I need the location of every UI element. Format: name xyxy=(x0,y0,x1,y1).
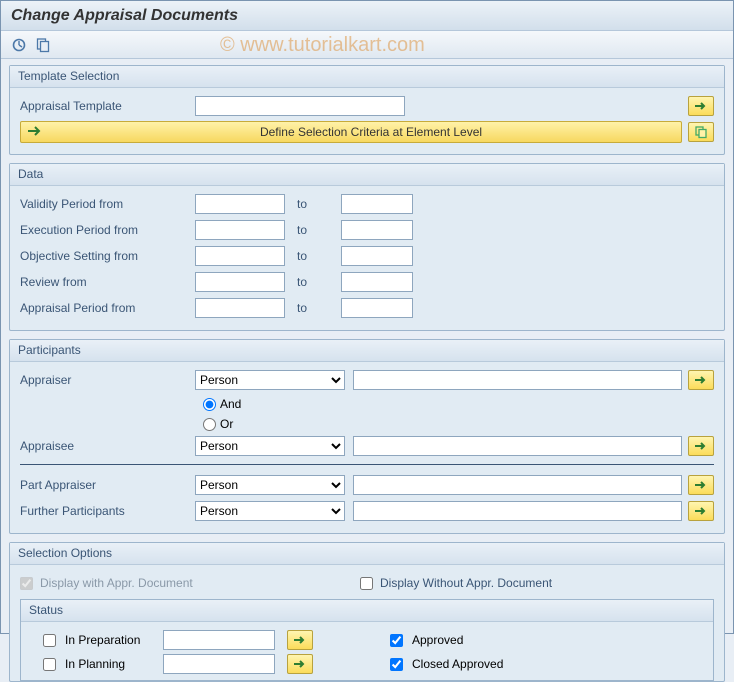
appraisee-multi-button[interactable] xyxy=(688,436,714,456)
copy-criteria-button[interactable] xyxy=(688,122,714,142)
appraiser-type-select[interactable]: Person xyxy=(195,370,345,390)
further-participants-input[interactable] xyxy=(353,501,682,521)
status-in-planning-label: In Planning xyxy=(65,657,157,671)
display-with-label: Display with Appr. Document xyxy=(40,576,193,590)
group-status: Status In Preparation In Planning xyxy=(20,599,714,681)
appraisal-template-input[interactable] xyxy=(195,96,405,116)
appraisal-period-to-input[interactable] xyxy=(341,298,413,318)
status-in-preparation-multi-button[interactable] xyxy=(287,630,313,650)
part-appraiser-label: Part Appraiser xyxy=(20,478,195,492)
status-in-preparation-input[interactable] xyxy=(163,630,275,650)
radio-and[interactable] xyxy=(203,398,216,411)
status-in-preparation-checkbox[interactable] xyxy=(43,634,56,647)
to-label: to xyxy=(297,197,333,211)
group-data: Data Validity Period from to Execution P… xyxy=(9,163,725,331)
further-participants-label: Further Participants xyxy=(20,504,195,518)
define-criteria-label: Define Selection Criteria at Element Lev… xyxy=(67,125,675,139)
define-criteria-button[interactable]: Define Selection Criteria at Element Lev… xyxy=(20,121,682,143)
divider xyxy=(20,464,714,465)
review-from-input[interactable] xyxy=(195,272,285,292)
further-participants-multi-button[interactable] xyxy=(688,501,714,521)
review-to-input[interactable] xyxy=(341,272,413,292)
display-without-checkbox[interactable] xyxy=(360,577,373,590)
appraisee-type-select[interactable]: Person xyxy=(195,436,345,456)
to-label: to xyxy=(297,249,333,263)
to-label: to xyxy=(297,223,333,237)
status-approved-label: Approved xyxy=(412,633,463,647)
display-with-checkbox xyxy=(20,577,33,590)
part-appraiser-multi-button[interactable] xyxy=(688,475,714,495)
execution-from-label: Execution Period from xyxy=(20,223,195,237)
copy-icon[interactable] xyxy=(33,35,53,55)
review-from-label: Review from xyxy=(20,275,195,289)
to-label: to xyxy=(297,301,333,315)
group-title-selection-options: Selection Options xyxy=(10,543,724,565)
objective-from-input[interactable] xyxy=(195,246,285,266)
validity-from-input[interactable] xyxy=(195,194,285,214)
app-toolbar xyxy=(1,31,733,59)
appraisal-period-from-input[interactable] xyxy=(195,298,285,318)
execution-to-input[interactable] xyxy=(341,220,413,240)
radio-and-label: And xyxy=(220,397,241,411)
validity-from-label: Validity Period from xyxy=(20,197,195,211)
group-title-status: Status xyxy=(21,600,713,622)
objective-from-label: Objective Setting from xyxy=(20,249,195,263)
status-in-planning-input[interactable] xyxy=(163,654,275,674)
group-template-selection: Template Selection Appraisal Template De… xyxy=(9,65,725,155)
radio-or[interactable] xyxy=(203,418,216,431)
status-closed-approved-label: Closed Approved xyxy=(412,657,503,671)
display-without-label: Display Without Appr. Document xyxy=(380,576,552,590)
group-participants: Participants Appraiser Person And Or App… xyxy=(9,339,725,534)
appraiser-label: Appraiser xyxy=(20,373,195,387)
part-appraiser-input[interactable] xyxy=(353,475,682,495)
appraisee-input[interactable] xyxy=(353,436,682,456)
multiple-selection-button[interactable] xyxy=(688,96,714,116)
further-participants-type-select[interactable]: Person xyxy=(195,501,345,521)
status-in-planning-multi-button[interactable] xyxy=(287,654,313,674)
window-title: Change Appraisal Documents xyxy=(1,1,733,31)
status-in-preparation-label: In Preparation xyxy=(65,633,157,647)
group-title-template: Template Selection xyxy=(10,66,724,88)
appraisal-period-from-label: Appraisal Period from xyxy=(20,301,195,315)
appraiser-multi-button[interactable] xyxy=(688,370,714,390)
group-selection-options: Selection Options Display with Appr. Doc… xyxy=(9,542,725,682)
group-title-participants: Participants xyxy=(10,340,724,362)
appraisee-label: Appraisee xyxy=(20,439,195,453)
status-closed-approved-checkbox[interactable] xyxy=(390,658,403,671)
arrow-right-icon xyxy=(27,125,41,140)
objective-to-input[interactable] xyxy=(341,246,413,266)
execution-from-input[interactable] xyxy=(195,220,285,240)
to-label: to xyxy=(297,275,333,289)
appraisal-template-label: Appraisal Template xyxy=(20,99,195,113)
radio-or-label: Or xyxy=(220,417,233,431)
execute-icon[interactable] xyxy=(9,35,29,55)
status-in-planning-checkbox[interactable] xyxy=(43,658,56,671)
group-title-data: Data xyxy=(10,164,724,186)
validity-to-input[interactable] xyxy=(341,194,413,214)
status-approved-checkbox[interactable] xyxy=(390,634,403,647)
appraiser-input[interactable] xyxy=(353,370,682,390)
part-appraiser-type-select[interactable]: Person xyxy=(195,475,345,495)
